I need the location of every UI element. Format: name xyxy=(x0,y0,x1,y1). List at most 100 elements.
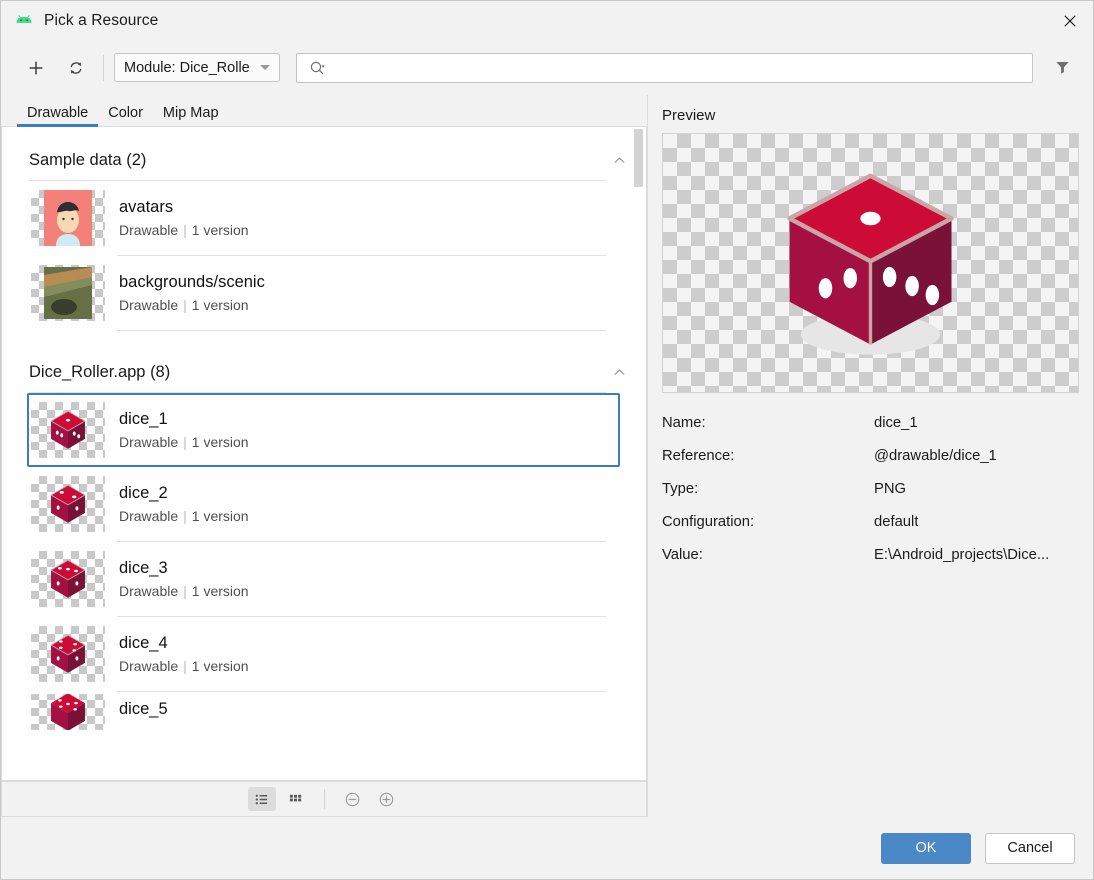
metadata-key: Configuration: xyxy=(662,514,755,530)
metadata-row-value: Value: E:\Android_projects\Dice... xyxy=(662,547,1079,563)
list-item-meta: Drawable | 1 version xyxy=(119,658,249,674)
list-item-type: Drawable xyxy=(119,658,179,674)
cancel-button-label: Cancel xyxy=(1007,840,1053,856)
search-icon xyxy=(309,60,327,76)
tab-mipmap[interactable]: Mip Map xyxy=(153,105,229,127)
list-item-type: Drawable xyxy=(119,508,179,524)
list-item[interactable]: dice_2 Drawable | 1 version xyxy=(29,467,618,541)
preview-pane: Preview Name: dice_1 Reference: @drawabl… xyxy=(647,95,1093,817)
list-item-meta: Drawable | 1 version xyxy=(119,583,249,599)
android-icon xyxy=(14,11,34,31)
ok-button-label: OK xyxy=(915,840,937,856)
tab-color[interactable]: Color xyxy=(98,105,153,127)
list-item-type: Drawable xyxy=(119,297,179,313)
metadata-value: @drawable/dice_1 xyxy=(874,448,997,464)
group-title: Sample data (2) xyxy=(29,150,147,169)
list-view-icon[interactable] xyxy=(247,787,276,811)
scenic-thumb xyxy=(31,265,105,321)
avatar-thumb xyxy=(31,190,105,246)
list-item[interactable]: dice_4 Drawable | 1 version xyxy=(29,617,618,691)
list-item-name: dice_3 xyxy=(119,559,168,577)
list-item-name: dice_4 xyxy=(119,634,168,652)
dice-thumb xyxy=(31,626,105,682)
list-item-name: backgrounds/scenic xyxy=(119,273,265,291)
list-item-meta: Drawable | 1 version xyxy=(119,297,249,313)
toolbar: Module: Dice_Rolle xyxy=(1,40,1093,95)
list-item-name: dice_1 xyxy=(119,410,168,428)
close-icon[interactable] xyxy=(1047,1,1093,40)
resource-list-pane: Drawable Color Mip Map Sample data (2) a… xyxy=(1,95,647,817)
grid-view-icon[interactable] xyxy=(282,787,310,811)
list-item-name: dice_2 xyxy=(119,484,168,502)
tab-drawable[interactable]: Drawable xyxy=(17,105,99,127)
list-item-versions: 1 version xyxy=(191,583,249,599)
ok-button[interactable]: OK xyxy=(881,832,971,864)
metadata-row-name: Name: dice_1 xyxy=(662,415,1079,431)
metadata-key: Type: xyxy=(662,481,699,497)
dice-thumb xyxy=(31,476,105,532)
view-toolbar-separator xyxy=(323,789,325,809)
list-item[interactable]: dice_3 Drawable | 1 version xyxy=(29,542,618,616)
list-item-meta: Drawable | 1 version xyxy=(119,222,249,238)
list-item[interactable]: avatars Drawable | 1 version xyxy=(29,181,618,255)
toolbar-separator xyxy=(103,54,104,81)
list-item-versions: 1 version xyxy=(191,658,249,674)
list-item-name: avatars xyxy=(119,198,174,216)
list-item-type: Drawable xyxy=(119,583,179,599)
tab-mipmap-label: Mip Map xyxy=(162,105,219,121)
metadata-value: PNG xyxy=(874,481,907,497)
list-item-type: Drawable xyxy=(119,434,179,450)
list-item-selected[interactable]: dice_1 Drawable | 1 version xyxy=(27,393,620,467)
metadata-value: dice_1 xyxy=(874,415,918,431)
metadata-value: E:\Android_projects\Dice... xyxy=(874,547,1050,563)
metadata-row-reference: Reference: @drawable/dice_1 xyxy=(662,448,1079,464)
list-item[interactable]: backgrounds/scenic Drawable | 1 version xyxy=(29,256,618,330)
list-scrollbar[interactable] xyxy=(632,127,645,780)
search-input[interactable] xyxy=(333,58,1024,77)
list-item-meta: Drawable | 1 version xyxy=(119,508,249,524)
zoom-in-icon[interactable] xyxy=(373,787,401,811)
group-header-dice-roller[interactable]: Dice_Roller.app (8) xyxy=(2,331,646,383)
dice-1-preview-image xyxy=(663,134,1078,392)
search-field[interactable] xyxy=(296,52,1033,83)
dice-thumb xyxy=(31,551,105,607)
cancel-button[interactable]: Cancel xyxy=(985,832,1075,864)
tab-color-label: Color xyxy=(108,105,143,121)
dice-thumb xyxy=(31,402,105,458)
refresh-icon[interactable] xyxy=(61,53,91,83)
title-bar: Pick a Resource xyxy=(1,1,1093,40)
list-item-name: dice_5 xyxy=(119,700,168,718)
dialog-footer: OK Cancel xyxy=(1,817,1093,879)
list-scrollbar-thumb[interactable] xyxy=(634,129,643,187)
zoom-out-icon[interactable] xyxy=(339,787,367,811)
resource-list: Sample data (2) avatars Drawable | 1 ver… xyxy=(2,127,646,732)
metadata-key: Value: xyxy=(662,547,703,563)
resource-list-scroll[interactable]: Sample data (2) avatars Drawable | 1 ver… xyxy=(1,127,647,781)
metadata-value: default xyxy=(874,514,919,530)
view-mode-toolbar xyxy=(1,781,647,817)
pick-a-resource-dialog: Pick a Resource Module: Dice_Rolle Drawa… xyxy=(0,0,1094,880)
metadata-key: Name: xyxy=(662,415,706,431)
preview-metadata: Name: dice_1 Reference: @drawable/dice_1… xyxy=(662,415,1079,580)
preview-image-box xyxy=(662,133,1079,393)
chevron-down-icon xyxy=(260,65,270,70)
window-title: Pick a Resource xyxy=(44,11,159,29)
metadata-key: Reference: xyxy=(662,448,735,464)
chevron-up-icon[interactable] xyxy=(608,149,630,171)
dice-thumb xyxy=(31,694,105,730)
plus-icon[interactable] xyxy=(21,53,51,83)
list-item-meta: Drawable | 1 version xyxy=(119,434,249,450)
metadata-row-configuration: Configuration: default xyxy=(662,514,1079,530)
preview-label: Preview xyxy=(662,107,716,124)
list-item-type: Drawable xyxy=(119,222,179,238)
metadata-row-type: Type: PNG xyxy=(662,481,1079,497)
list-item[interactable]: dice_5 xyxy=(29,692,618,732)
filter-icon[interactable] xyxy=(1045,51,1079,85)
module-dropdown[interactable]: Module: Dice_Rolle xyxy=(114,53,280,82)
tab-drawable-label: Drawable xyxy=(27,105,89,121)
resource-type-tabs: Drawable Color Mip Map xyxy=(1,95,647,127)
group-title: Dice_Roller.app (8) xyxy=(29,362,171,381)
chevron-up-icon[interactable] xyxy=(608,361,630,383)
list-item-versions: 1 version xyxy=(191,222,249,238)
group-header-sample-data[interactable]: Sample data (2) xyxy=(2,127,646,171)
